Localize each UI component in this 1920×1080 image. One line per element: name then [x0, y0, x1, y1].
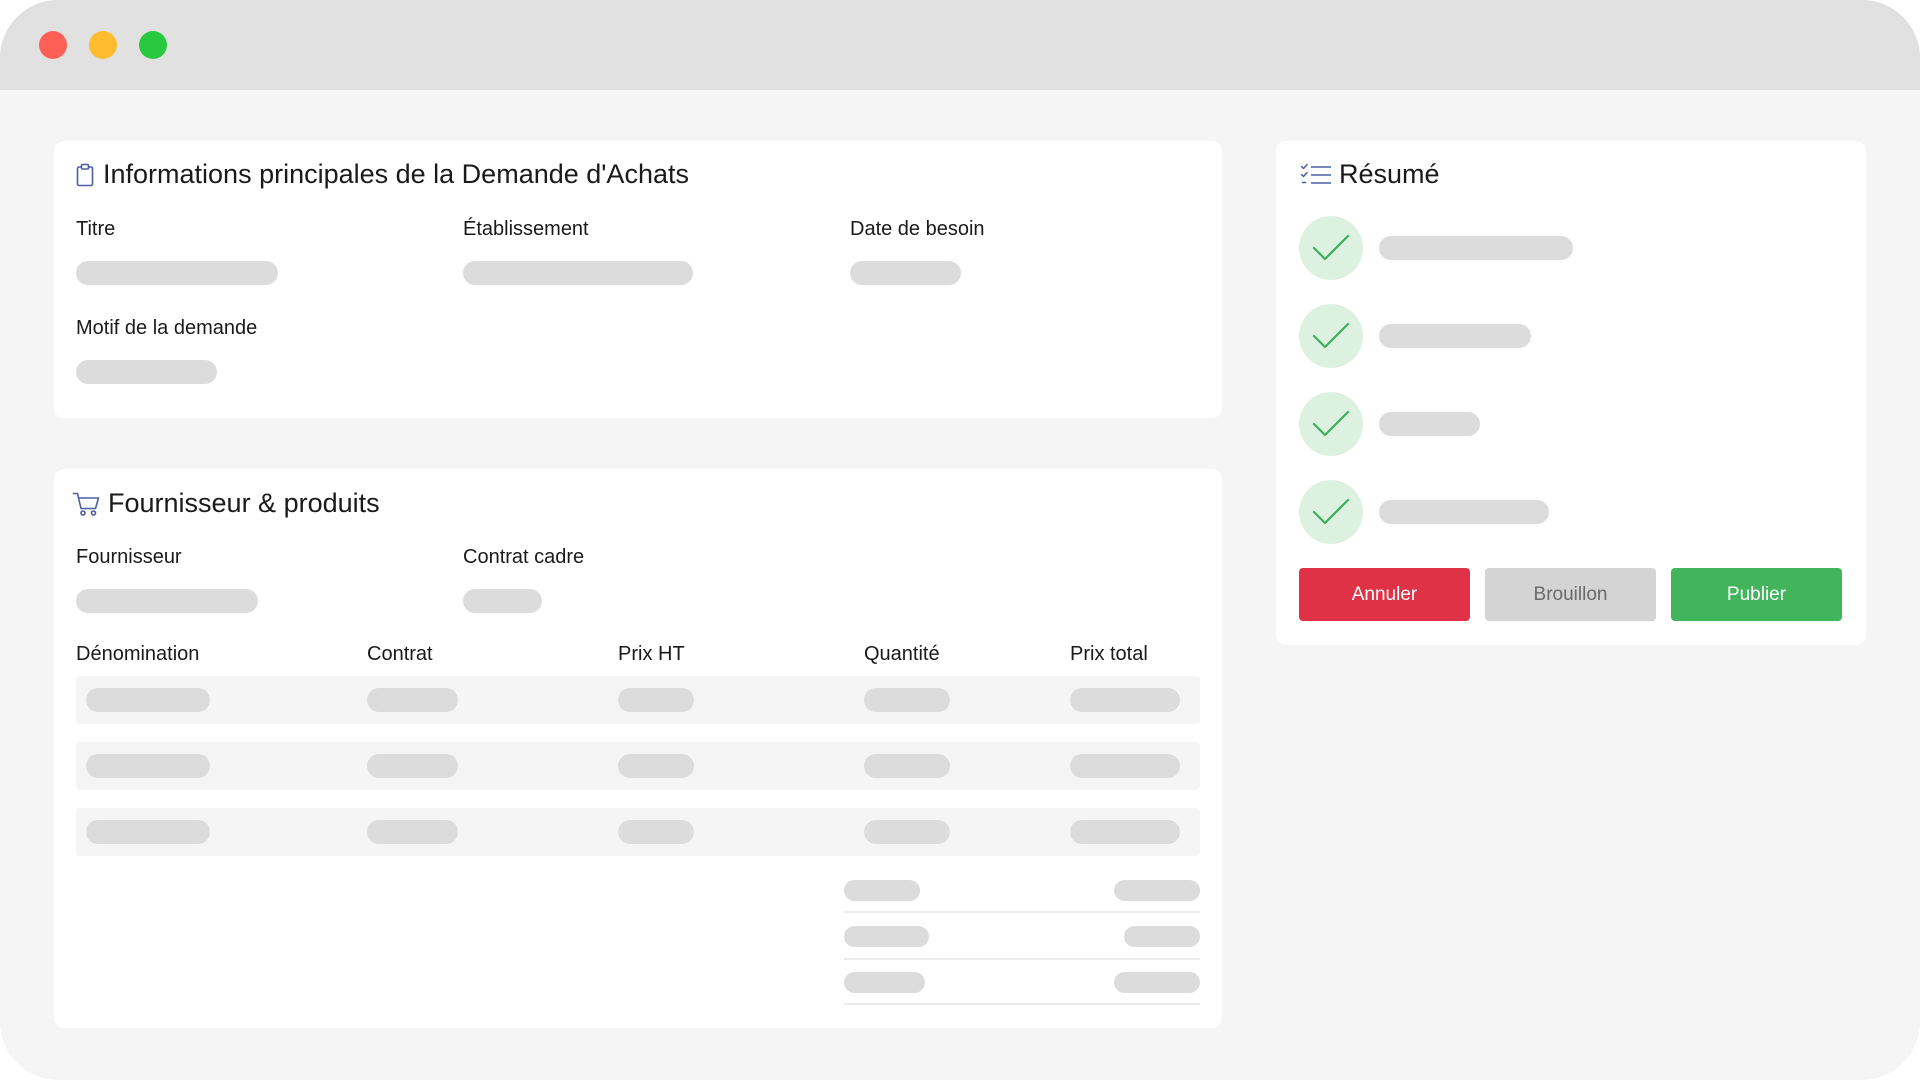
summary-title: Résumé [1339, 159, 1440, 189]
date-besoin-placeholder [850, 261, 961, 285]
contrat-cadre-label: Contrat cadre [463, 546, 585, 568]
cancel-button[interactable]: Annuler [1299, 568, 1470, 621]
cell-placeholder [86, 754, 210, 778]
title-bar [0, 0, 1920, 90]
supplier-title: Fournisseur & produits [108, 488, 380, 518]
summary-item-placeholder [1379, 324, 1531, 348]
total-label-placeholder [844, 926, 929, 947]
motif-label: Motif de la demande [76, 317, 258, 339]
check-circle-icon [1299, 480, 1363, 544]
fournisseur-placeholder [76, 589, 258, 613]
summary-item-placeholder [1379, 236, 1573, 260]
maximize-window-button[interactable] [139, 31, 167, 59]
total-value-placeholder [1114, 880, 1200, 901]
cart-icon [72, 492, 100, 516]
cell-placeholder [367, 688, 458, 712]
minimize-window-button[interactable] [89, 31, 117, 59]
col-denomination: Dénomination [76, 643, 200, 665]
total-label-placeholder [844, 880, 920, 901]
date-besoin-label: Date de besoin [850, 218, 985, 240]
publish-button[interactable]: Publier [1671, 568, 1842, 621]
check-circle-icon [1299, 304, 1363, 368]
etablissement-placeholder [463, 261, 693, 285]
total-label-placeholder [844, 972, 925, 993]
cell-placeholder [864, 754, 950, 778]
cell-placeholder [86, 820, 210, 844]
totals-divider [844, 1003, 1200, 1005]
col-prix-ht: Prix HT [618, 643, 685, 665]
titre-placeholder [76, 261, 278, 285]
etablissement-label: Établissement [463, 218, 589, 240]
col-prix-total: Prix total [1070, 643, 1148, 665]
app-window: Informations principales de la Demande d… [0, 0, 1920, 1080]
total-value-placeholder [1124, 926, 1200, 947]
cell-placeholder [86, 688, 210, 712]
check-circle-icon [1299, 392, 1363, 456]
fournisseur-label: Fournisseur [76, 546, 182, 568]
motif-placeholder [76, 360, 217, 384]
total-value-placeholder [1114, 972, 1200, 993]
cell-placeholder [618, 688, 694, 712]
cell-placeholder [618, 820, 694, 844]
close-window-button[interactable] [39, 31, 67, 59]
col-quantite: Quantité [864, 643, 940, 665]
draft-button[interactable]: Brouillon [1485, 568, 1656, 621]
cell-placeholder [864, 820, 950, 844]
cell-placeholder [1070, 820, 1180, 844]
totals-divider [844, 958, 1200, 960]
checklist-icon [1300, 163, 1331, 184]
cell-placeholder [367, 754, 458, 778]
titre-label: Titre [76, 218, 116, 240]
cell-placeholder [618, 754, 694, 778]
main-info-title: Informations principales de la Demande d… [103, 159, 689, 189]
cell-placeholder [1070, 754, 1180, 778]
cell-placeholder [1070, 688, 1180, 712]
clipboard-icon [76, 163, 94, 187]
check-circle-icon [1299, 216, 1363, 280]
col-contrat: Contrat [367, 643, 433, 665]
summary-item-placeholder [1379, 500, 1549, 524]
contrat-cadre-placeholder [463, 589, 542, 613]
cell-placeholder [864, 688, 950, 712]
summary-item-placeholder [1379, 412, 1480, 436]
totals-divider [844, 911, 1200, 913]
cell-placeholder [367, 820, 458, 844]
